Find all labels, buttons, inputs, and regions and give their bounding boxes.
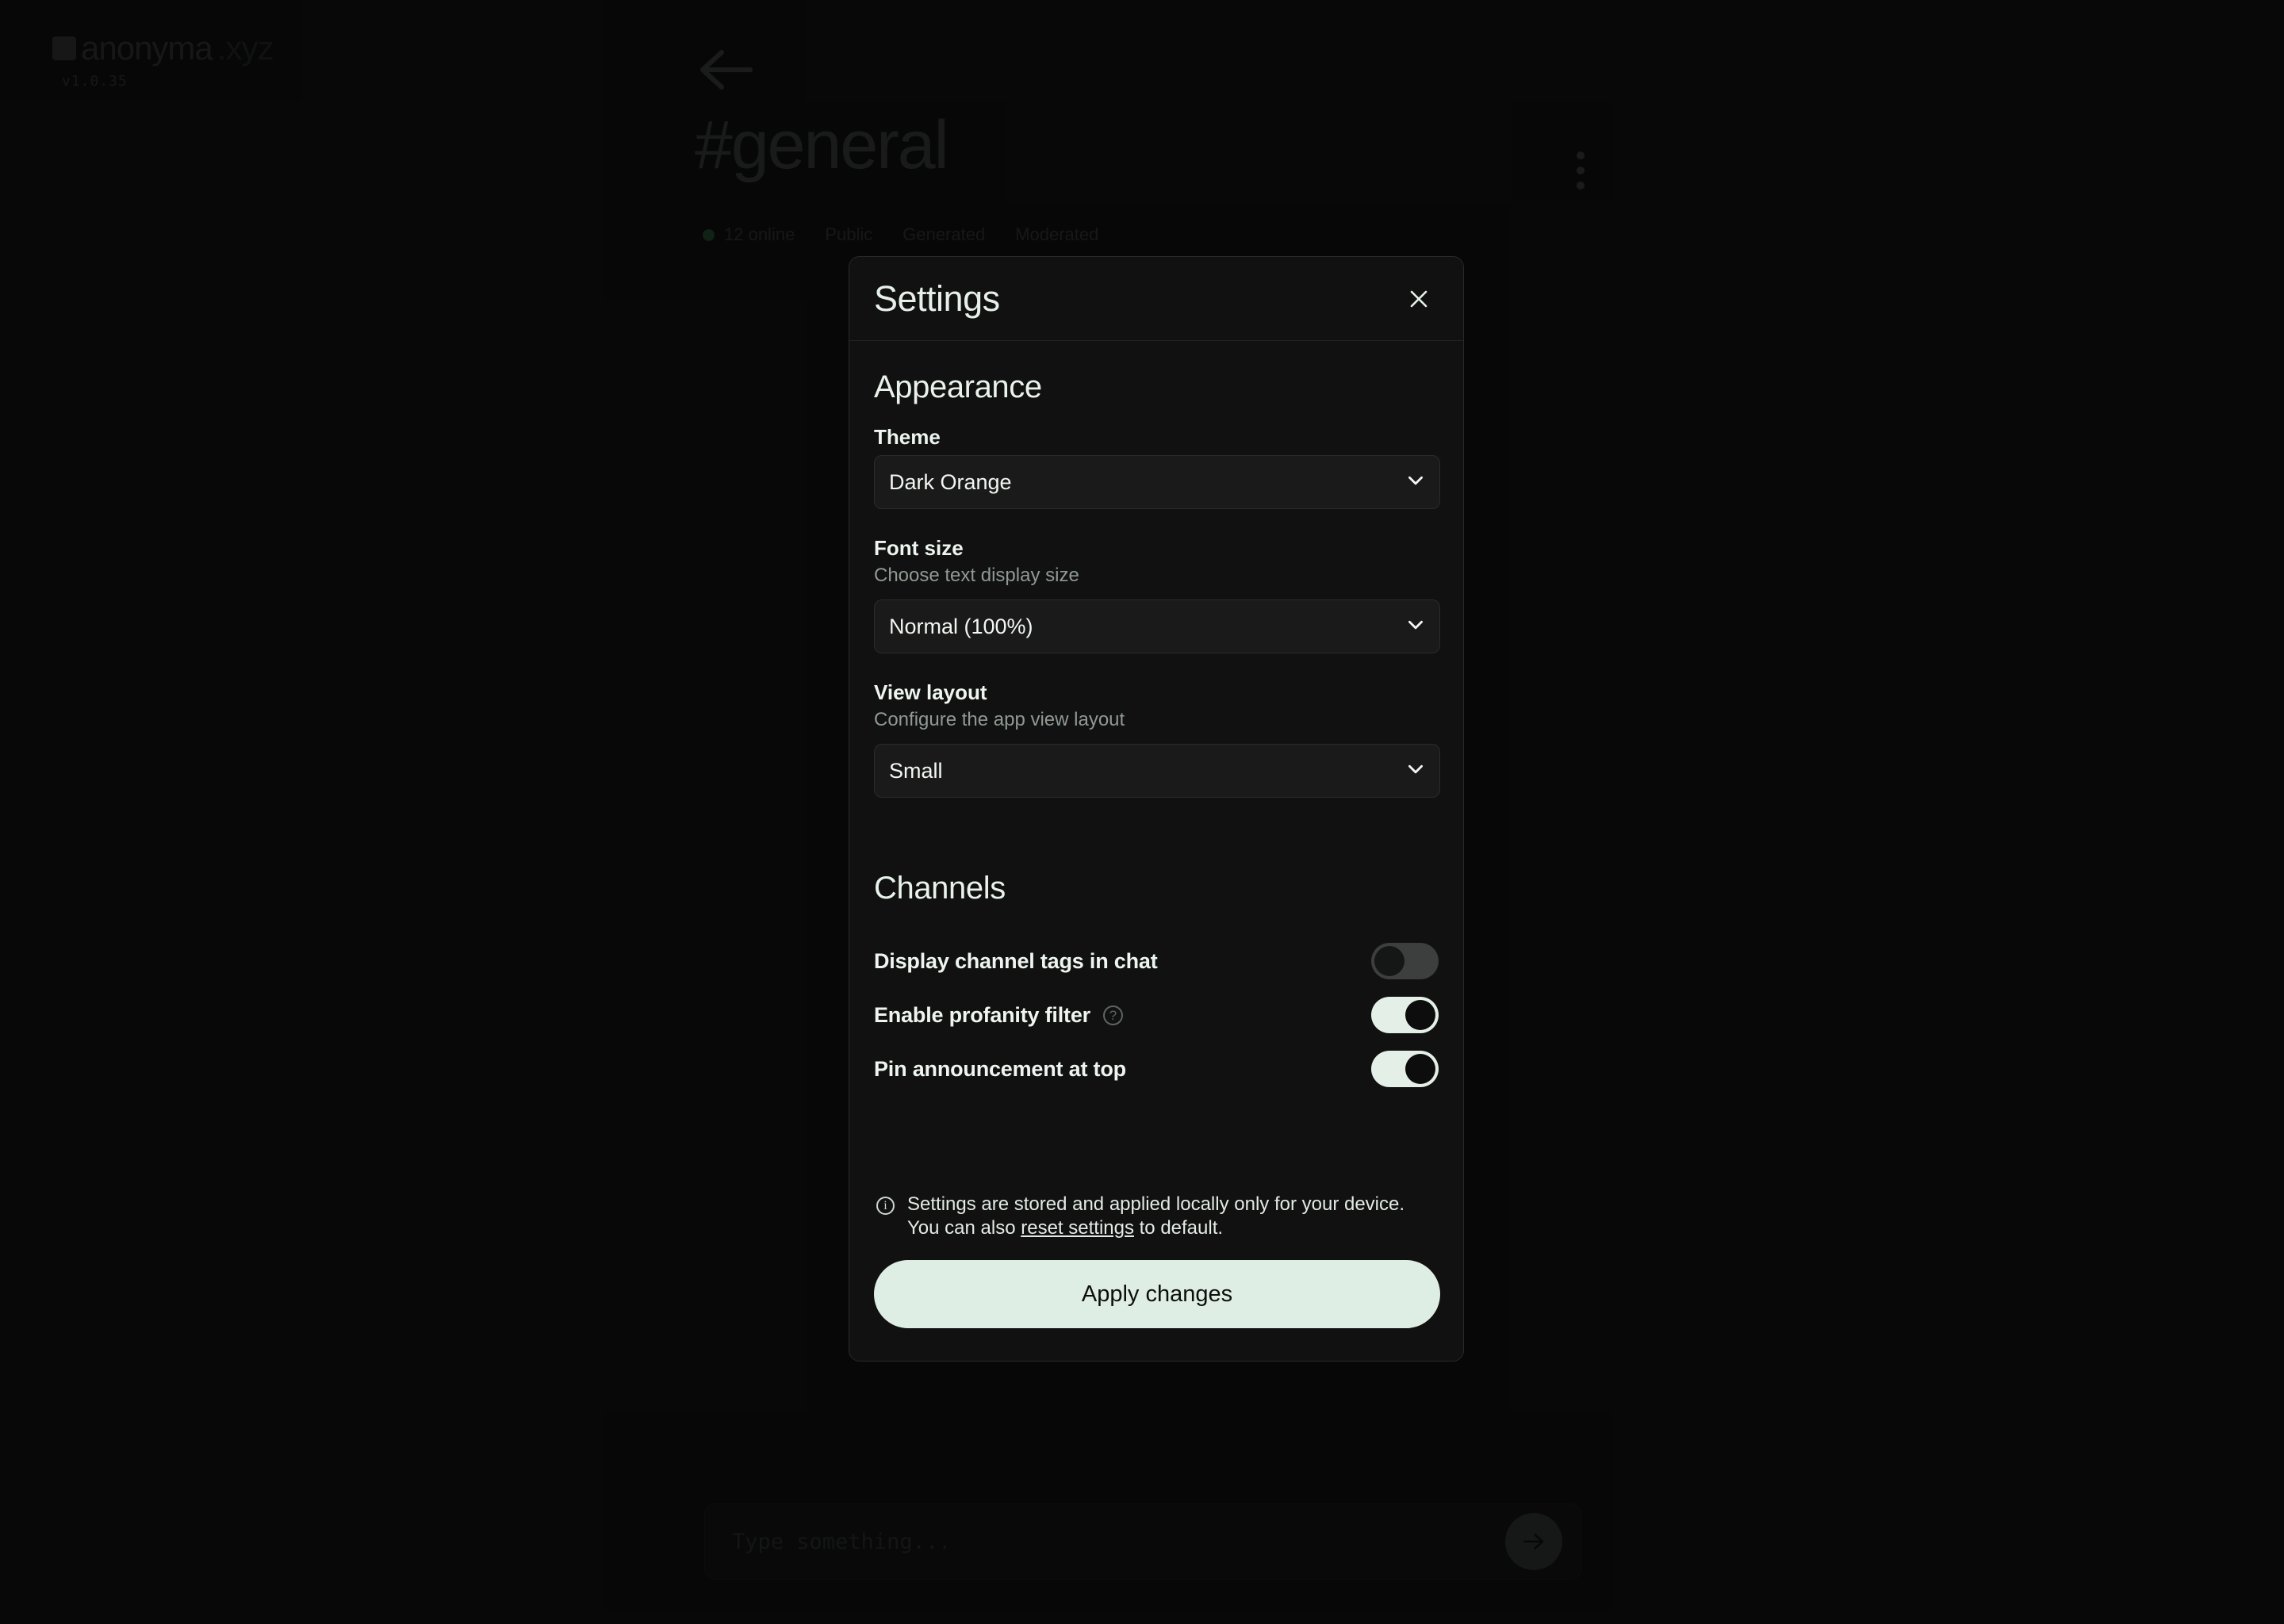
- toggle-label-wrap: Enable profanity filter ?: [874, 1003, 1123, 1028]
- toggle-row-pin-announcement: Pin announcement at top: [874, 1042, 1439, 1096]
- section-title-channels: Channels: [874, 871, 1006, 906]
- dialog-header: Settings: [849, 257, 1463, 341]
- footnote: i Settings are stored and applied locall…: [874, 1193, 1439, 1260]
- font-size-description: Choose text display size: [874, 565, 1079, 586]
- info-circle-icon: i: [876, 1196, 895, 1215]
- toggle-label-wrap: Display channel tags in chat: [874, 949, 1158, 974]
- toggle-knob: [1374, 946, 1405, 976]
- theme-select-wrap: Dark Orange: [874, 455, 1440, 509]
- font-size-select[interactable]: Normal (100%): [874, 599, 1440, 653]
- apply-changes-button[interactable]: Apply changes: [874, 1260, 1440, 1328]
- field-font-size: Font size Choose text display size Norma…: [874, 536, 1440, 682]
- view-layout-description: Configure the app view layout: [874, 709, 1125, 730]
- dialog-title: Settings: [874, 278, 1000, 319]
- section-title-appearance: Appearance: [874, 370, 1042, 404]
- toggle-row-display-channel-tags: Display channel tags in chat: [874, 934, 1439, 988]
- flex-spacer: [874, 1096, 1439, 1193]
- font-size-label: Font size: [874, 536, 964, 560]
- profanity-filter-label: Enable profanity filter: [874, 1002, 1090, 1027]
- font-size-select-wrap: Normal (100%): [874, 599, 1440, 653]
- theme-label: Theme: [874, 425, 941, 449]
- pin-announcement-toggle[interactable]: [1371, 1051, 1439, 1087]
- app-root: anonyma .xyz v1.0.35 #general 12 online …: [0, 0, 2284, 1624]
- view-layout-select[interactable]: Small: [874, 744, 1440, 798]
- dialog-body: Appearance Theme Dark Orange Font size C…: [849, 341, 1463, 1361]
- field-view-layout: View layout Configure the app view layou…: [874, 680, 1440, 826]
- view-layout-select-wrap: Small: [874, 744, 1440, 798]
- reset-settings-link[interactable]: reset settings: [1021, 1217, 1134, 1239]
- field-theme: Theme Dark Orange: [874, 425, 1440, 538]
- view-layout-label: View layout: [874, 680, 987, 704]
- footnote-line2-prefix: You can also: [907, 1217, 1021, 1239]
- display-channel-tags-label: Display channel tags in chat: [874, 948, 1158, 973]
- pin-announcement-label: Pin announcement at top: [874, 1056, 1126, 1081]
- toggle-row-profanity-filter: Enable profanity filter ?: [874, 988, 1439, 1042]
- display-channel-tags-toggle[interactable]: [1371, 943, 1439, 979]
- help-circle-icon[interactable]: ?: [1102, 1005, 1123, 1025]
- toggle-knob: [1405, 1000, 1435, 1030]
- footnote-text: Settings are stored and applied locally …: [907, 1193, 1405, 1241]
- footnote-line1: Settings are stored and applied locally …: [907, 1193, 1405, 1215]
- settings-dialog: Settings Appearance Theme Dark Orange Fo…: [849, 256, 1464, 1362]
- close-icon[interactable]: [1399, 279, 1439, 319]
- profanity-filter-toggle[interactable]: [1371, 997, 1439, 1033]
- theme-select[interactable]: Dark Orange: [874, 455, 1440, 509]
- footnote-line2-suffix: to default.: [1133, 1217, 1224, 1239]
- toggle-knob: [1405, 1054, 1435, 1084]
- toggle-label-wrap: Pin announcement at top: [874, 1057, 1126, 1082]
